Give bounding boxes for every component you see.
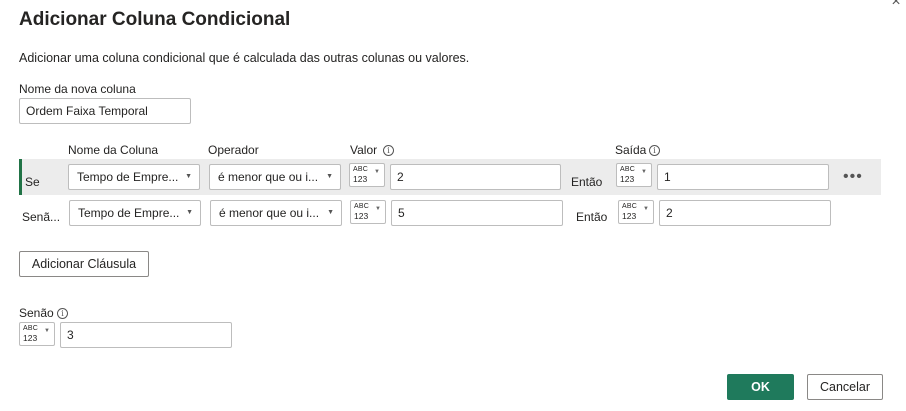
chevron-down-icon: ▼ bbox=[641, 169, 647, 175]
add-clause-button[interactable]: Adicionar Cláusula bbox=[19, 251, 149, 277]
value-header: Valor bbox=[350, 143, 378, 157]
output-header: Saída bbox=[615, 143, 647, 157]
clause-1-output-type-button[interactable]: ABC 123 ▼ bbox=[616, 163, 652, 187]
ok-button[interactable]: OK bbox=[727, 374, 794, 400]
else-type-button[interactable]: ABC 123 ▼ bbox=[19, 322, 55, 346]
dialog-description: Adicionar uma coluna condicional que é c… bbox=[19, 51, 470, 65]
new-column-name-input[interactable]: Ordem Faixa Temporal bbox=[19, 98, 191, 124]
type-abc-label: ABC bbox=[353, 166, 368, 173]
type-123-label: 123 bbox=[620, 174, 635, 184]
else-value-input[interactable]: 3 bbox=[60, 322, 232, 348]
clause-2-operator-dropdown[interactable]: é menor que ou i... ▼ bbox=[210, 200, 342, 226]
clause-1-output-input[interactable]: 1 bbox=[657, 164, 829, 190]
clause-2-output-input[interactable]: 2 bbox=[659, 200, 831, 226]
chevron-down-icon: ▼ bbox=[185, 173, 192, 180]
clause-2-value-type-button[interactable]: ABC 123 ▼ bbox=[350, 200, 386, 224]
clause-1-value-type-button[interactable]: ABC 123 ▼ bbox=[349, 163, 385, 187]
type-123-label: 123 bbox=[23, 333, 38, 343]
clause-1-column-value: Tempo de Empre... bbox=[77, 170, 179, 184]
chevron-down-icon: ▼ bbox=[327, 209, 334, 216]
column-name-header: Nome da Coluna bbox=[68, 143, 159, 157]
clause-1-column-dropdown[interactable]: Tempo de Empre... ▼ bbox=[68, 164, 200, 190]
clause-2-operator-value: é menor que ou i... bbox=[219, 206, 320, 220]
clause-row-indicator bbox=[19, 159, 22, 195]
more-options-icon[interactable]: ••• bbox=[843, 168, 863, 186]
chevron-down-icon: ▼ bbox=[326, 173, 333, 180]
value-info-icon[interactable]: i bbox=[383, 145, 394, 156]
type-abc-label: ABC bbox=[23, 325, 38, 332]
clause-1-operator-value: é menor que ou i... bbox=[218, 170, 319, 184]
type-abc-label: ABC bbox=[622, 203, 637, 210]
clause-1-then-label: Então bbox=[571, 175, 603, 189]
dialog-title: Adicionar Coluna Condicional bbox=[19, 9, 291, 30]
type-123-label: 123 bbox=[353, 174, 368, 184]
clause-1-value-input[interactable]: 2 bbox=[390, 164, 561, 190]
else-label: Senão bbox=[19, 306, 54, 320]
chevron-down-icon: ▼ bbox=[44, 328, 50, 334]
type-123-label: 123 bbox=[354, 211, 369, 221]
type-abc-label: ABC bbox=[620, 166, 635, 173]
type-123-label: 123 bbox=[622, 211, 637, 221]
chevron-down-icon: ▼ bbox=[375, 206, 381, 212]
chevron-down-icon: ▼ bbox=[643, 206, 649, 212]
operator-header: Operador bbox=[208, 143, 259, 157]
clause-1-operator-dropdown[interactable]: é menor que ou i... ▼ bbox=[209, 164, 341, 190]
chevron-down-icon: ▼ bbox=[374, 169, 380, 175]
type-abc-label: ABC bbox=[354, 203, 369, 210]
new-column-label: Nome da nova coluna bbox=[19, 82, 136, 96]
clause-2-column-dropdown[interactable]: Tempo de Empre... ▼ bbox=[69, 200, 201, 226]
clause-2-column-value: Tempo de Empre... bbox=[78, 206, 180, 220]
clause-2-value-input[interactable]: 5 bbox=[391, 200, 563, 226]
chevron-down-icon: ▼ bbox=[186, 209, 193, 216]
clause-2-prefix: Senã... bbox=[22, 210, 61, 224]
clause-2-output-type-button[interactable]: ABC 123 ▼ bbox=[618, 200, 654, 224]
clause-1-prefix: Se bbox=[25, 175, 40, 189]
cancel-button[interactable]: Cancelar bbox=[807, 374, 883, 400]
clause-2-then-label: Então bbox=[576, 210, 608, 224]
output-info-icon[interactable]: i bbox=[649, 145, 660, 156]
else-info-icon[interactable]: i bbox=[57, 308, 68, 319]
close-icon[interactable]: × bbox=[886, 0, 906, 14]
